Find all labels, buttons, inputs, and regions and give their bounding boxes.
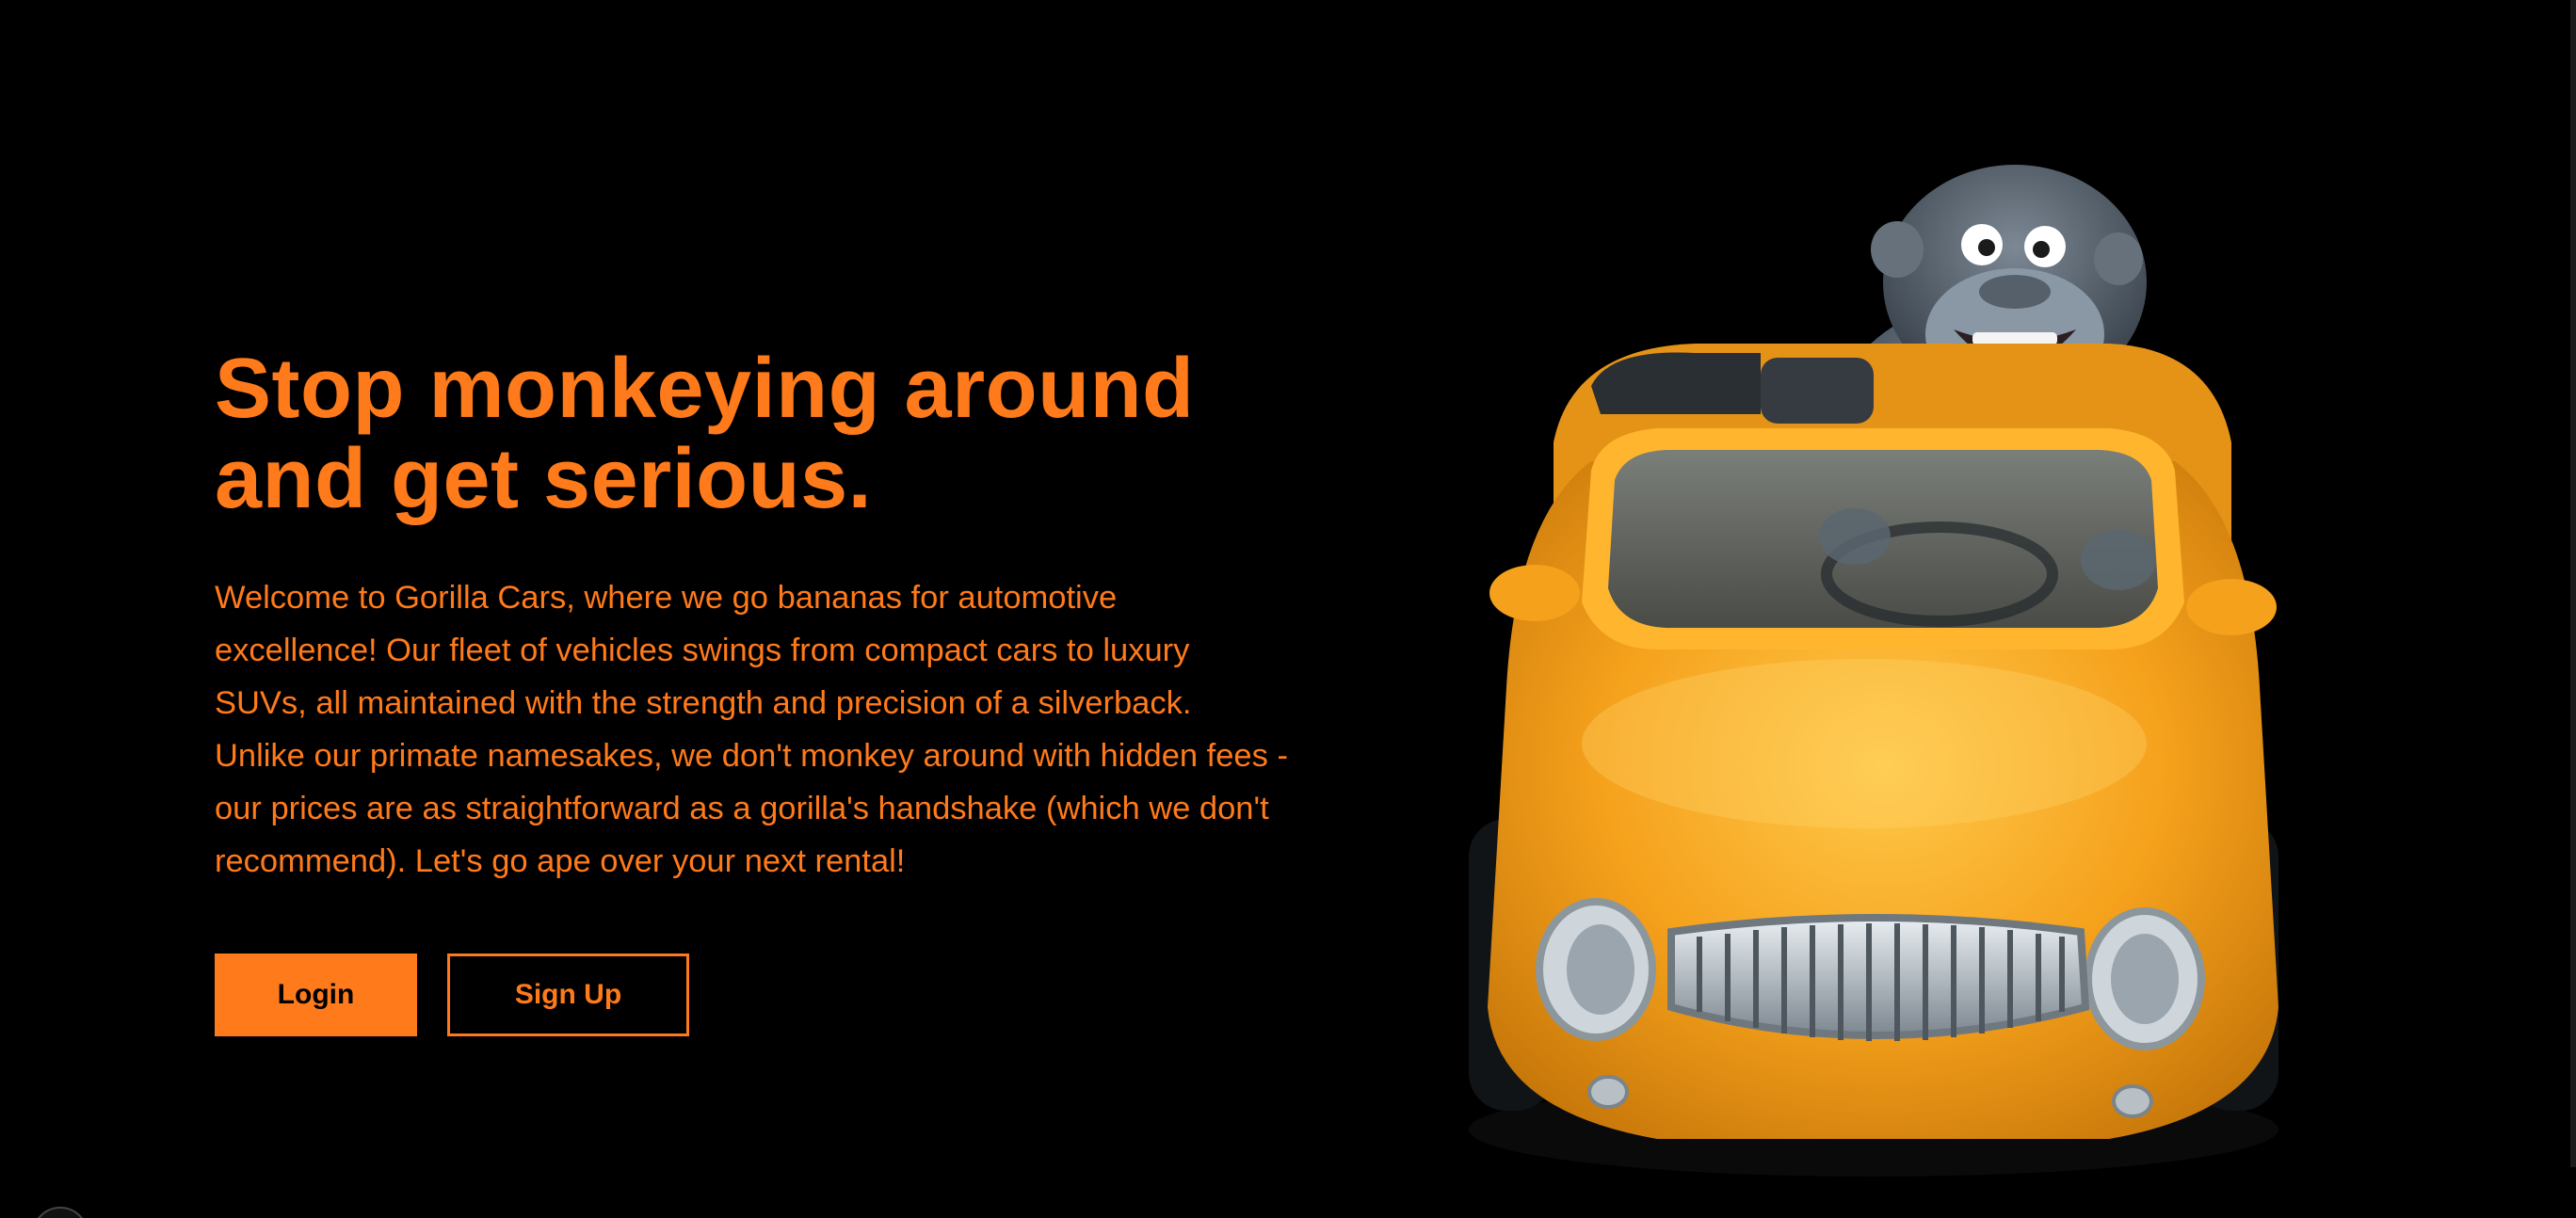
headline-line-1: Stop monkeying around bbox=[215, 342, 1195, 436]
signup-button[interactable]: Sign Up bbox=[447, 954, 689, 1036]
gorilla-car-illustration bbox=[1469, 165, 2278, 1177]
hero-text-block: Stop monkeying around and get serious. W… bbox=[215, 344, 1297, 888]
scrollbar-track[interactable] bbox=[2570, 0, 2576, 1167]
landing-page: Stop monkeying around and get serious. W… bbox=[0, 0, 2576, 1218]
login-button[interactable]: Login bbox=[215, 954, 417, 1036]
page-title: Stop monkeying around and get serious. bbox=[215, 344, 1297, 524]
headline-line-2: and get serious. bbox=[215, 432, 873, 526]
auth-buttons: Login Sign Up bbox=[215, 954, 689, 1036]
corner-circle-button[interactable] bbox=[32, 1207, 89, 1218]
intro-paragraph: Welcome to Gorilla Cars, where we go ban… bbox=[215, 580, 1288, 879]
